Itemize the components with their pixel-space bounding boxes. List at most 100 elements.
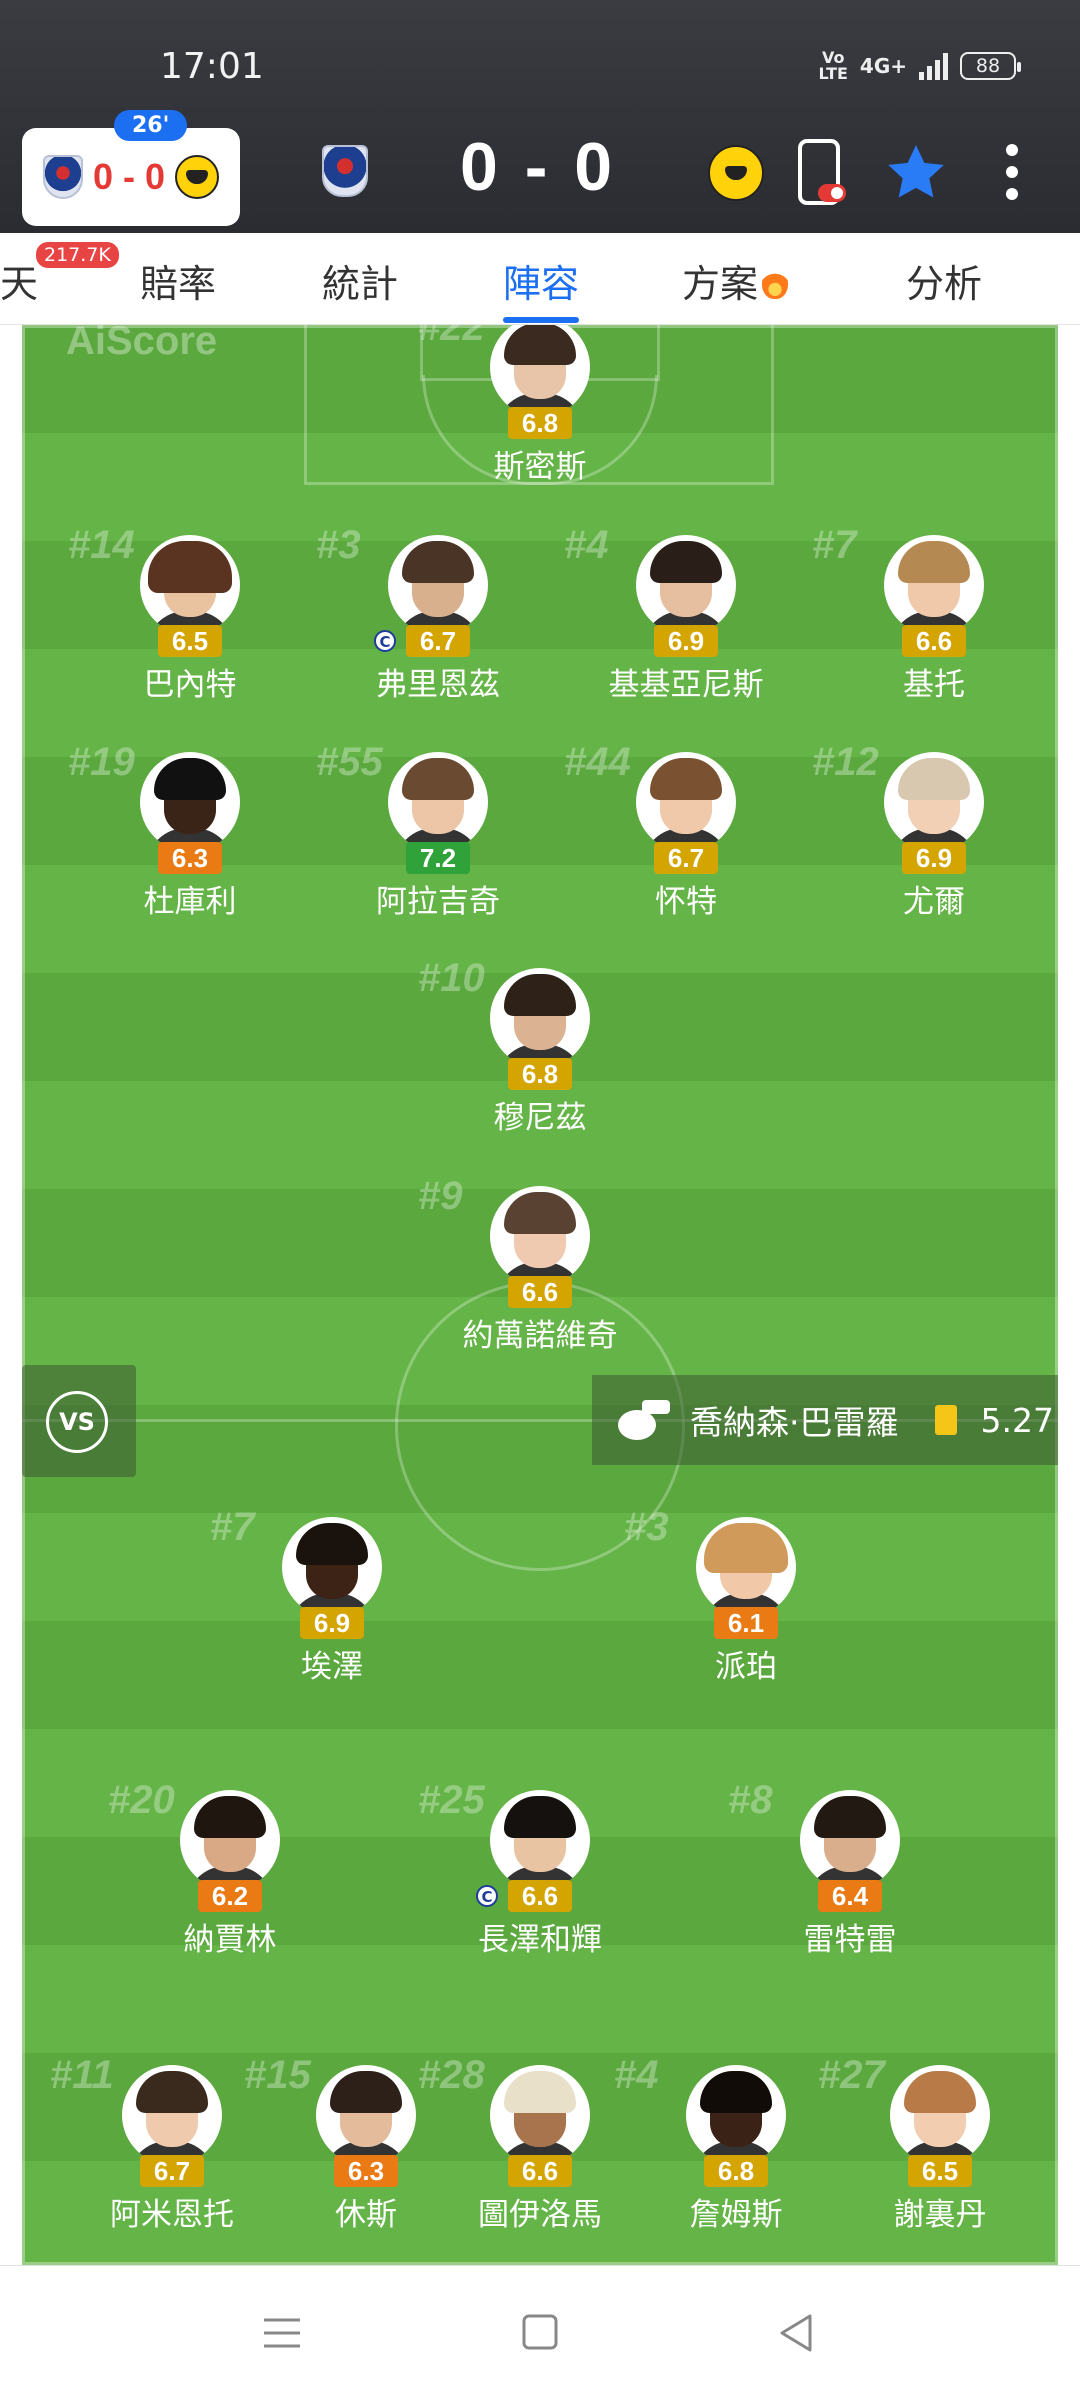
match-minute: 26' [114,110,188,141]
player-rating: 6.4 [818,1880,882,1912]
player-rating: 6.5 [158,625,222,657]
player-avatar [800,1790,900,1890]
player-card[interactable]: #4 6.8 詹姆斯 [614,2053,846,2235]
tab-plans-label: 方案 [682,262,759,306]
player-number: #44 [564,740,631,784]
player-name: 派珀 [715,1649,777,1685]
player-avatar [388,752,488,852]
player-rating: 6.7 [406,625,470,657]
player-number: #20 [108,1778,175,1822]
player-number: #7 [812,523,857,567]
player-number: #14 [68,523,135,567]
player-rating: 6.1 [714,1607,778,1639]
tab-odds[interactable]: 賠率 [140,253,216,308]
battery-icon: 88 [960,52,1021,80]
chat-count-badge: 217.7K [36,242,119,268]
tab-lineup[interactable]: 陣容 [503,253,579,308]
player-rating: 6.9 [300,1607,364,1639]
player-number: #19 [68,740,135,784]
player-number: #7 [210,1505,255,1549]
player-card[interactable]: #14 6.5 巴內特 [68,523,300,705]
player-name: 斯密斯 [493,449,587,485]
player-card[interactable]: #4 6.9 基基亞尼斯 [564,523,796,705]
player-avatar [884,752,984,852]
tab-chat[interactable]: 天 [0,253,38,308]
player-number: #12 [812,740,879,784]
away-team-crest-icon[interactable] [708,145,764,201]
player-card[interactable]: #3 6.1 派珀 [624,1505,856,1687]
player-avatar [490,1186,590,1286]
player-card[interactable]: #20 6.2 納賈林 [108,1778,340,1960]
player-card[interactable]: #27 6.5 謝裏丹 [818,2053,1050,2235]
player-name: 阿米恩托 [110,2197,234,2233]
more-menu-icon[interactable] [1000,142,1024,206]
player-card[interactable]: #44 6.7 怀特 [564,740,796,922]
player-card[interactable]: #7 6.9 埃澤 [210,1505,442,1687]
player-rating: 6.9 [902,842,966,874]
player-name: 杜庫利 [143,884,237,920]
player-name: 約萬諾維奇 [462,1318,618,1354]
player-rating: 6.5 [908,2155,972,2187]
vs-icon: VS [46,1391,108,1453]
player-card[interactable]: #10 6.8 穆尼茲 [418,956,650,1138]
tab-active-indicator [503,317,579,323]
player-name: 弗里恩茲 [376,667,500,703]
player-card[interactable]: #55 7.2 阿拉吉奇 [316,740,548,922]
player-card[interactable]: #7 6.6 基托 [812,523,1044,705]
player-rating: 6.6 [902,625,966,657]
referee-name: 喬納森·巴雷羅 [690,1403,899,1442]
player-number: #3 [624,1505,669,1549]
player-name: 圖伊洛馬 [478,2197,602,2233]
player-rating: 6.6 [508,2155,572,2187]
tab-plans[interactable]: 方案 [682,253,789,308]
player-card[interactable]: #19 6.3 杜庫利 [68,740,300,922]
player-avatar [696,1517,796,1617]
tab-stats[interactable]: 統計 [322,253,398,308]
player-name: 基基亞尼斯 [608,667,764,703]
player-number: #8 [728,1778,773,1822]
player-rating: 7.2 [406,842,470,874]
player-number: #10 [418,956,485,1000]
player-name: 尤爾 [903,884,965,920]
player-number: #25 [418,1778,485,1822]
player-avatar [316,2065,416,2165]
menu-icon[interactable] [252,2308,312,2358]
player-name: 雷特雷 [803,1922,897,1958]
back-icon[interactable] [768,2308,828,2358]
tab-analysis[interactable]: 分析 [906,253,982,308]
vs-toggle[interactable]: VS [22,1365,136,1477]
status-time: 17:01 [160,46,264,87]
player-number: #4 [614,2053,659,2097]
player-name: 納賈林 [183,1922,277,1958]
screen-mode-icon[interactable] [796,138,848,212]
player-card[interactable]: #12 6.9 尤爾 [812,740,1044,922]
home-icon[interactable] [510,2308,570,2358]
player-card[interactable]: #22 6.8 斯密斯 [418,325,650,487]
player-number: #3 [316,523,361,567]
player-avatar [140,535,240,635]
player-number: #22 [418,325,485,349]
mini-score-card[interactable]: 26' 0 - 0 [22,110,240,226]
status-icons: Vo LTE 4G+ 88 [818,48,1021,83]
player-rating: 6.2 [198,1880,262,1912]
favorite-star-icon[interactable] [884,142,948,208]
player-rating: 6.3 [334,2155,398,2187]
player-name: 埃澤 [301,1649,363,1685]
home-team-crest-icon[interactable] [322,145,368,197]
player-card[interactable]: #3 C 6.7 弗里恩茲 [316,523,548,705]
player-card[interactable]: #25 C 6.6 長澤和輝 [418,1778,650,1960]
player-avatar [884,535,984,635]
match-score: 0 - 0 [460,129,617,205]
referee-info[interactable]: 喬納森·巴雷羅 5.27 [592,1375,1058,1465]
player-avatar [180,1790,280,1890]
match-header: 17:01 Vo LTE 4G+ 88 26' 0 - 0 0 - 0 [0,0,1080,233]
player-name: 長澤和輝 [478,1922,602,1958]
aiscore-watermark: AiScore [66,325,218,363]
volte-icon: Vo LTE [818,48,848,83]
yellow-card-icon [934,1405,957,1435]
player-card[interactable]: #8 6.4 雷特雷 [728,1778,960,1960]
player-rating: 6.9 [654,625,718,657]
captain-icon: C [374,630,396,652]
player-card[interactable]: #9 6.6 約萬諾維奇 [418,1174,650,1356]
player-rating: 6.6 [508,1276,572,1308]
